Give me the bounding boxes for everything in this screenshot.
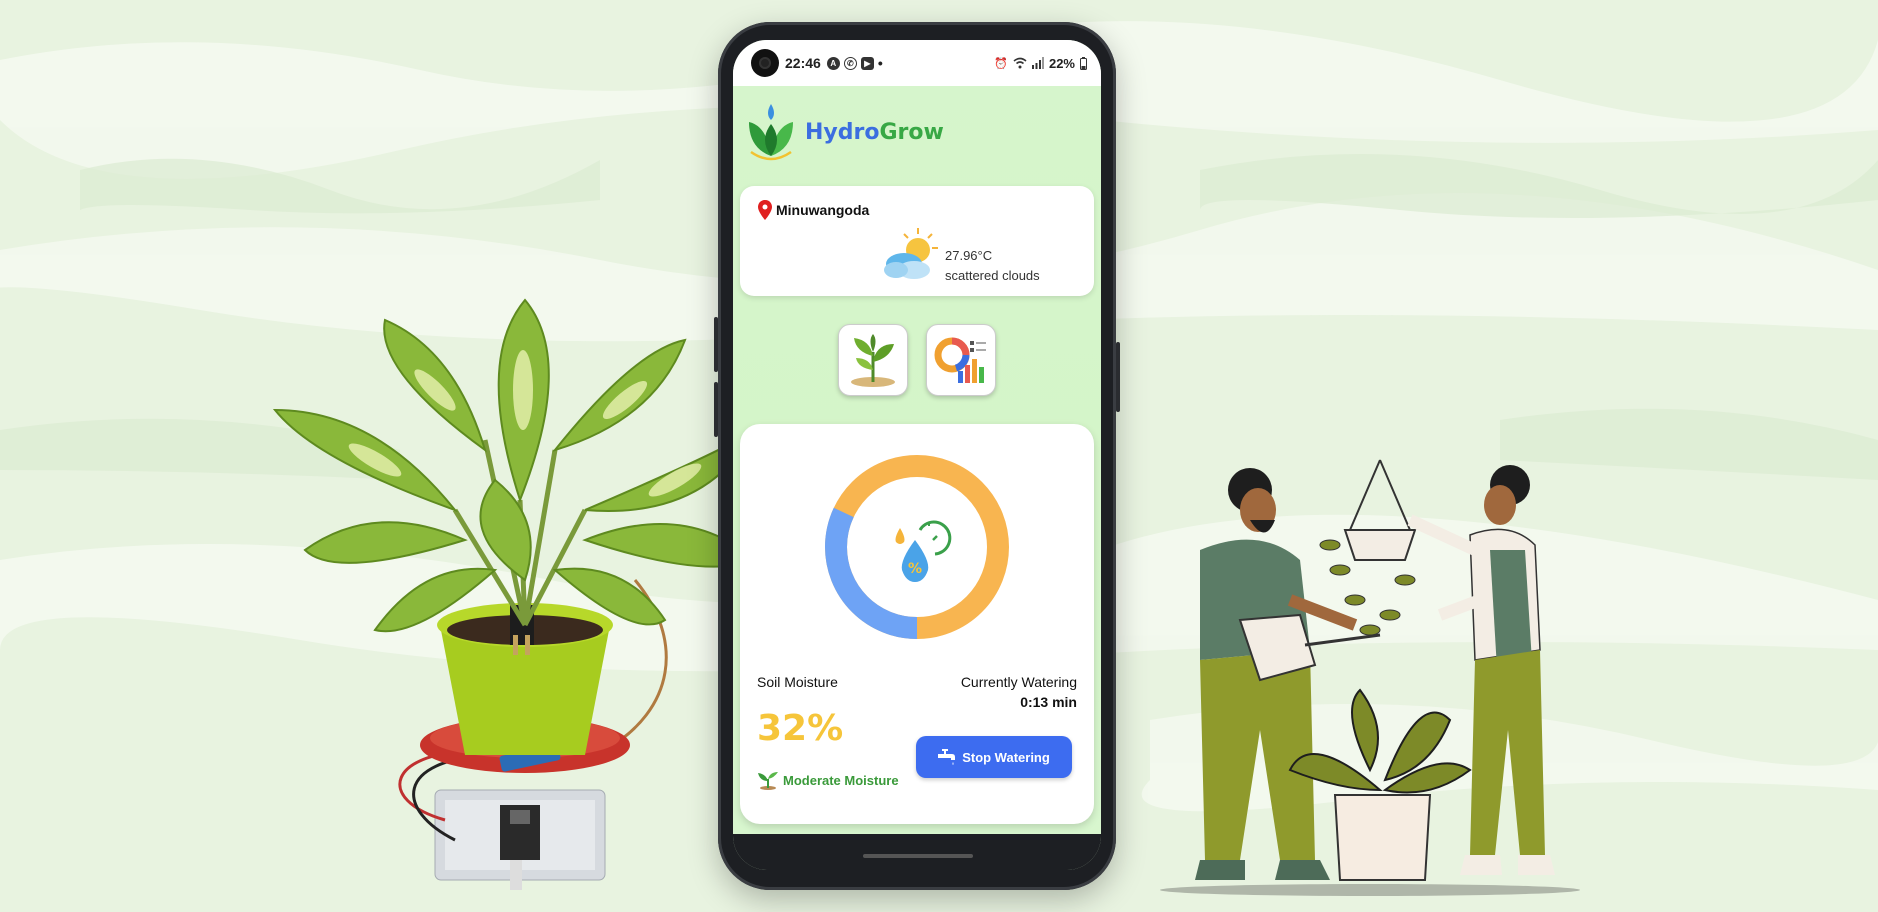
location-pin-icon (758, 200, 772, 220)
youtube-icon: ▶ (860, 56, 874, 70)
a-icon: A (826, 56, 840, 70)
moisture-drop-icon: % (895, 520, 952, 582)
phone-volume-button (714, 317, 718, 372)
status-bar: 22:46 A ✆ ▶ • ⏰ 22% (733, 40, 1101, 86)
plant-icon (851, 334, 895, 387)
currently-watering-label: Currently Watering (960, 674, 1077, 690)
svg-text:%: % (908, 561, 922, 577)
wifi-icon (1013, 57, 1027, 69)
status-time: 22:46 (785, 55, 821, 71)
front-camera (751, 49, 779, 77)
navigation-bar (733, 834, 1101, 870)
faucet-icon (938, 749, 956, 765)
phone-power-button (1116, 342, 1120, 412)
temperature: 27.96°C (945, 248, 993, 263)
moisture-percentage: 32% (757, 708, 844, 749)
location-name: Minuwangoda (776, 202, 870, 218)
watering-duration: 0:13 min (1020, 694, 1077, 710)
stop-watering-button[interactable]: Stop Watering (916, 736, 1072, 778)
breadboard-image (434, 789, 606, 890)
phone-screen: 22:46 A ✆ ▶ • ⏰ 22% HydroGrow Minuwangod… (733, 40, 1101, 870)
battery-icon (1080, 56, 1087, 70)
plant-nav-button[interactable] (838, 324, 908, 396)
home-indicator[interactable] (863, 854, 973, 858)
phone-volume-button (714, 382, 718, 437)
alarm-icon: ⏰ (994, 57, 1008, 70)
moisture-status: Moderate Moisture (757, 770, 899, 790)
phone-frame: 22:46 A ✆ ▶ • ⏰ 22% HydroGrow Minuwangod… (714, 22, 1120, 890)
whatsapp-icon: ✆ (843, 56, 857, 70)
stop-watering-label: Stop Watering (962, 749, 1050, 765)
weather-condition: scattered clouds (945, 268, 1040, 283)
nav-row (733, 324, 1101, 396)
weather-card: Minuwangoda 27.96°C scattered clouds (740, 186, 1094, 296)
hydrogrow-logo-icon (749, 104, 793, 161)
chart-icon (934, 337, 986, 383)
app-header: HydroGrow (733, 86, 1101, 166)
soil-moisture-label: Soil Moisture (757, 674, 838, 690)
app-title: HydroGrow (805, 119, 944, 145)
battery-percent: 22% (1048, 55, 1075, 71)
notification-dot-icon: • (877, 55, 883, 71)
sprout-icon (758, 772, 778, 790)
moisture-gauge: % (825, 455, 1009, 639)
moisture-card: % Soil Moisture Currently Watering 0:13 … (740, 424, 1094, 824)
woman-figure (1407, 465, 1555, 875)
plant-illustration (272, 298, 757, 890)
sun-cloud-icon (884, 228, 938, 279)
analytics-nav-button[interactable] (926, 324, 996, 396)
moisture-status-text: Moderate Moisture (783, 772, 899, 788)
gardeners-illustration (1160, 459, 1580, 896)
signal-icon (1031, 57, 1044, 69)
location: Minuwangoda (758, 200, 869, 220)
